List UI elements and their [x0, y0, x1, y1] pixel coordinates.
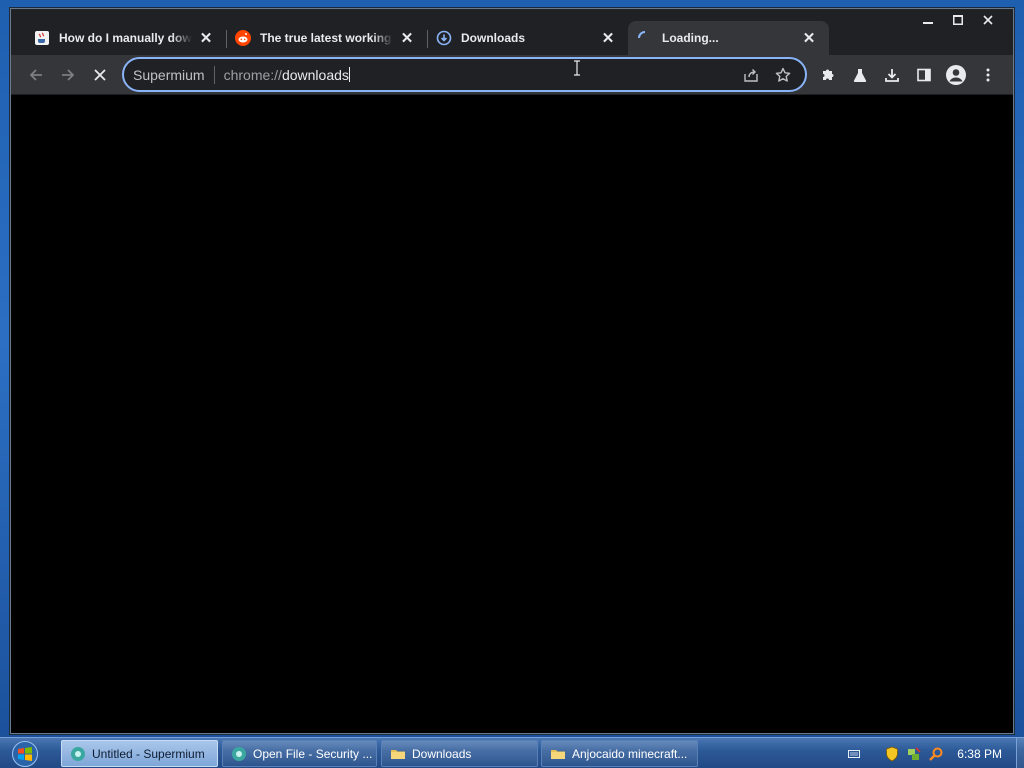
- toolbar-actions: [812, 59, 1004, 91]
- windows-logo-icon: [12, 740, 38, 767]
- security-shield-icon[interactable]: [883, 745, 901, 763]
- flask-icon: [853, 69, 867, 83]
- forward-button[interactable]: [52, 59, 84, 91]
- show-desktop-button[interactable]: [1016, 738, 1024, 768]
- supermium-icon: [71, 746, 85, 761]
- browser-window: How do I manually downl ✕ The true lates…: [10, 8, 1014, 734]
- side-panel-icon: [917, 68, 931, 82]
- profile-button[interactable]: [940, 59, 972, 91]
- folder-icon: [551, 749, 565, 759]
- page-content: [11, 96, 1013, 733]
- address-bar[interactable]: Supermium chrome://downloads: [122, 57, 807, 92]
- downloads-button[interactable]: [876, 59, 908, 91]
- avatar-icon: [946, 65, 966, 85]
- back-button[interactable]: [20, 59, 52, 91]
- kebab-menu-icon: [986, 68, 990, 82]
- menu-button[interactable]: [972, 59, 1004, 91]
- close-tab-icon[interactable]: ✕: [198, 30, 214, 47]
- taskbar: Untitled - Supermium Open File - Securit…: [0, 737, 1024, 768]
- text-cursor-icon: [574, 60, 580, 76]
- start-button[interactable]: [8, 739, 42, 768]
- url-text[interactable]: chrome://downloads: [223, 66, 350, 83]
- bookmark-button[interactable]: [767, 63, 799, 87]
- tab-title: Loading...: [662, 31, 719, 45]
- star-icon: [775, 67, 791, 82]
- tab-reddit[interactable]: The true latest working ve ✕: [226, 21, 427, 55]
- taskbar-item-anjocaido[interactable]: Anjocaido minecraft...: [541, 740, 698, 767]
- clock[interactable]: 6:38 PM: [957, 747, 1002, 761]
- close-tab-icon[interactable]: ✕: [801, 30, 817, 47]
- network-icon[interactable]: [905, 745, 923, 763]
- keyboard-icon[interactable]: [845, 745, 863, 763]
- reddit-icon: [235, 30, 251, 46]
- loading-spinner-icon: [637, 30, 653, 46]
- supermium-icon: [232, 746, 246, 761]
- maximize-button[interactable]: [943, 9, 973, 31]
- system-tray: 6:38 PM: [843, 738, 1024, 768]
- tab-downloads[interactable]: Downloads ✕: [427, 21, 628, 55]
- close-icon: [983, 15, 993, 25]
- browser-toolbar: Supermium chrome://downloads: [11, 55, 1013, 95]
- tab-how-do-i-manually-download[interactable]: How do I manually downl ✕: [25, 21, 226, 55]
- download-icon: [885, 69, 899, 82]
- minimize-button[interactable]: [913, 9, 943, 31]
- side-panel-button[interactable]: [908, 59, 940, 91]
- taskbar-item-label: Anjocaido minecraft...: [572, 746, 688, 761]
- taskbar-item-label: Untitled - Supermium: [92, 746, 205, 761]
- window-controls: [913, 9, 1003, 31]
- text-caret: [348, 66, 350, 82]
- stop-icon: [94, 69, 106, 81]
- minimize-icon: [923, 22, 933, 24]
- tab-title: How do I manually downl: [59, 31, 192, 45]
- share-icon: [744, 69, 758, 82]
- title-bar: How do I manually downl ✕ The true lates…: [11, 9, 1013, 57]
- tab-title: Downloads: [461, 31, 526, 45]
- taskbar-item-downloads[interactable]: Downloads: [381, 740, 538, 767]
- share-button[interactable]: [735, 63, 767, 87]
- close-tab-icon[interactable]: ✕: [600, 30, 616, 47]
- site-chip[interactable]: Supermium: [124, 67, 205, 83]
- puzzle-icon: [823, 69, 834, 80]
- java-icon: [34, 30, 50, 46]
- downloads-icon: [436, 30, 452, 46]
- url-scheme: chrome://: [223, 66, 282, 83]
- omnibox-divider: [213, 65, 215, 84]
- labs-button[interactable]: [844, 59, 876, 91]
- maximize-icon: [953, 15, 963, 25]
- taskbar-item-label: Downloads: [412, 746, 472, 761]
- folder-icon: [391, 749, 405, 759]
- close-window-button[interactable]: [973, 9, 1003, 31]
- taskbar-item-supermium[interactable]: Untitled - Supermium: [61, 740, 218, 767]
- tab-strip: How do I manually downl ✕ The true lates…: [25, 21, 829, 57]
- taskbar-item-label: Open File - Security ...: [253, 746, 373, 761]
- back-arrow-icon: [29, 69, 42, 81]
- stop-loading-button[interactable]: [84, 59, 116, 91]
- close-tab-icon[interactable]: ✕: [399, 30, 415, 47]
- taskbar-item-open-file[interactable]: Open File - Security ...: [222, 740, 377, 767]
- forward-arrow-icon: [62, 69, 75, 81]
- url-host: downloads: [281, 66, 349, 83]
- tab-title: The true latest working ve: [260, 31, 393, 45]
- search-icon[interactable]: [927, 745, 945, 763]
- tab-loading[interactable]: Loading... ✕: [628, 21, 829, 55]
- extensions-button[interactable]: [812, 59, 844, 91]
- omnibox-actions: [735, 63, 799, 87]
